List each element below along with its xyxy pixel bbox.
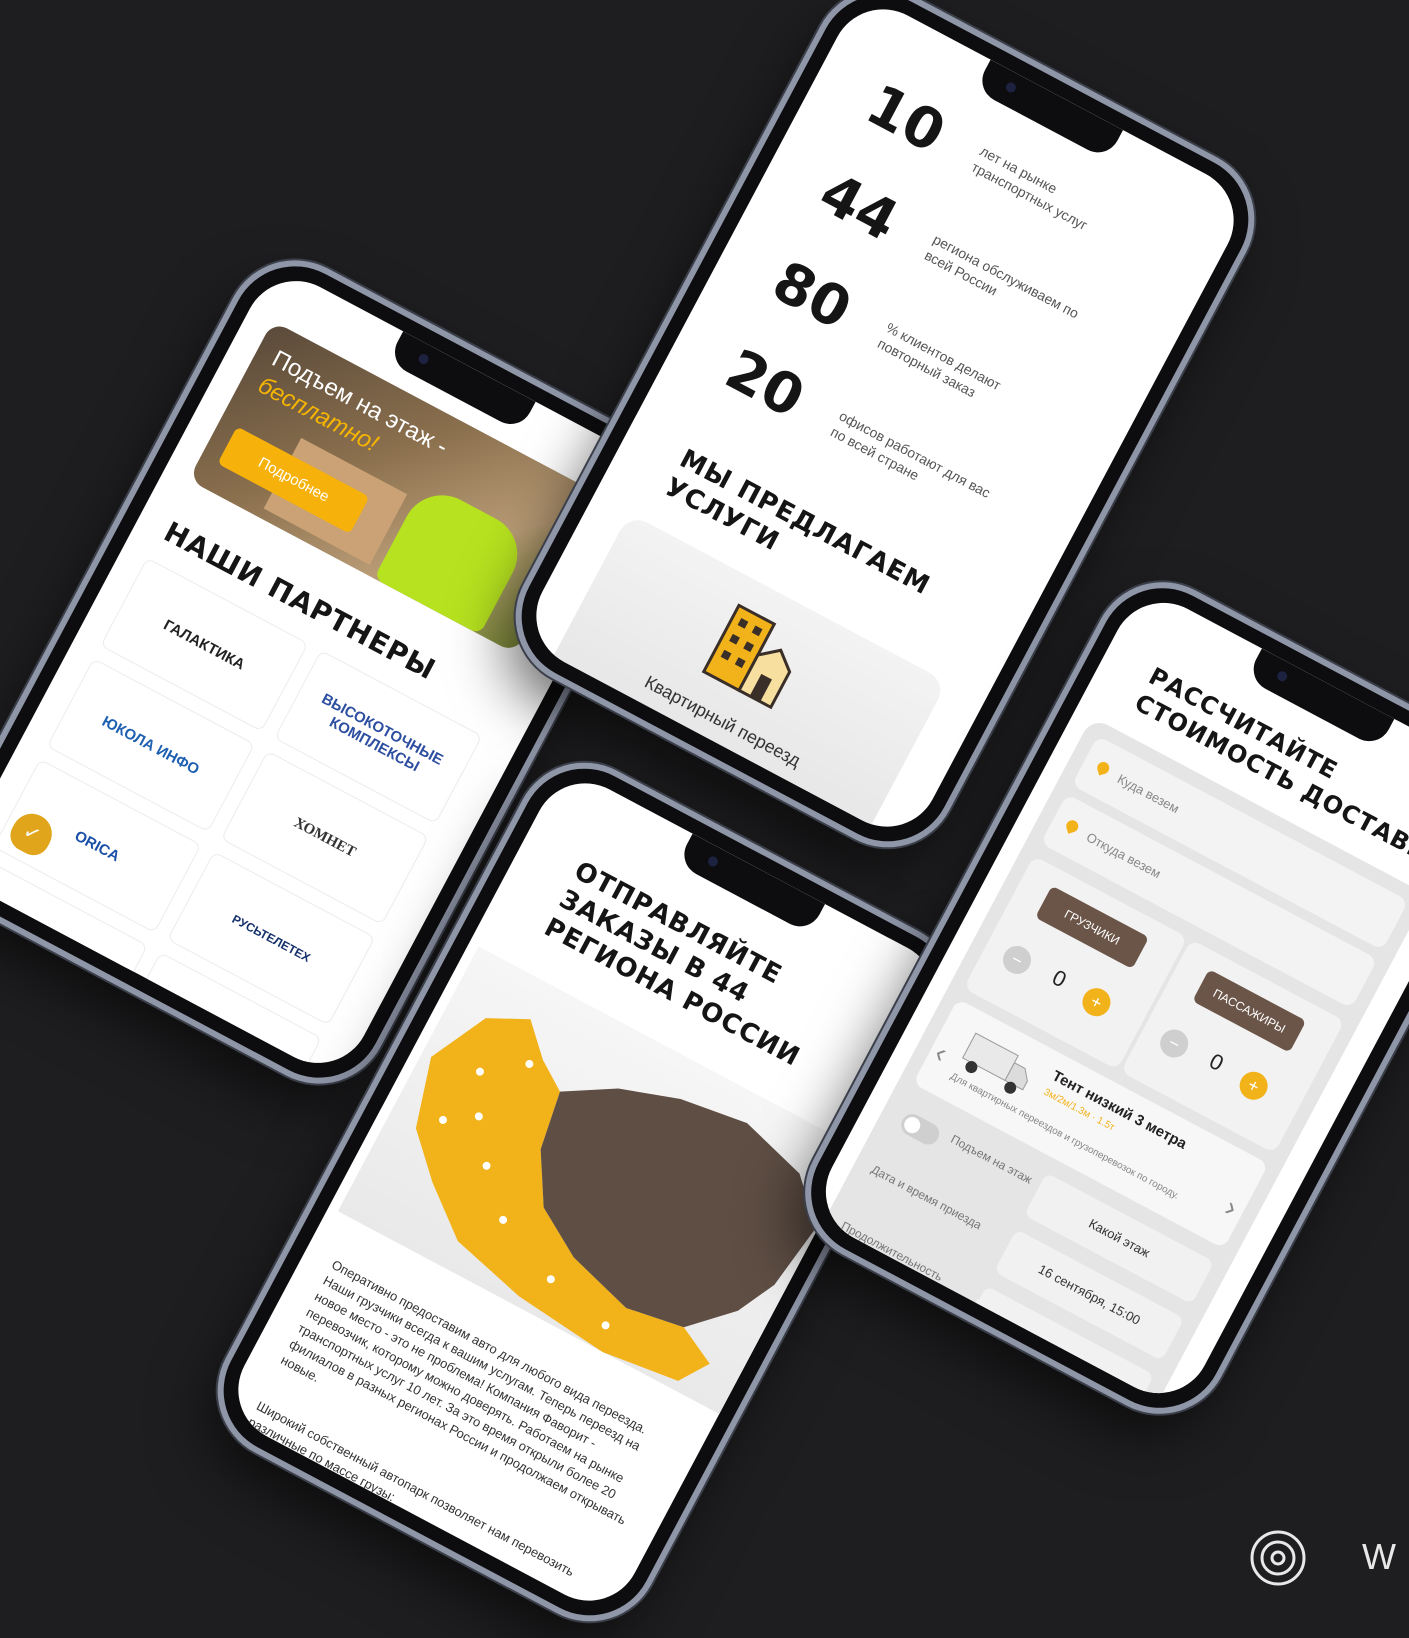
brand-text: W — [1362, 1536, 1396, 1577]
passengers-label: ПАССАЖИРЫ — [1192, 969, 1307, 1053]
loaders-label: ГРУЗЧИКИ — [1035, 885, 1150, 970]
stat-label: региона обслуживаем по всей России — [922, 230, 1082, 322]
location-pin-icon — [1064, 818, 1080, 834]
stat-label: офисов работают для вас по всей стране — [828, 407, 994, 501]
stat-label: лет на рынке транспортных услуг — [969, 142, 1091, 233]
passengers-minus-button[interactable]: − — [1155, 1024, 1194, 1063]
partners-grid: ГАЛАКТИКА ВЫСОКОТОЧНЫЕ КОМПЛЕКСЫ ЮКОЛА И… — [0, 557, 483, 1082]
origin-placeholder: Откуда везем — [1083, 829, 1164, 882]
location-pin-icon — [1095, 760, 1111, 776]
passengers-plus-button[interactable]: + — [1234, 1066, 1273, 1105]
chevron-right-icon[interactable]: › — [1220, 1191, 1243, 1224]
loaders-plus-button[interactable]: + — [1077, 983, 1116, 1022]
destination-placeholder: Куда везем — [1114, 771, 1182, 817]
chevron-left-icon[interactable]: ‹ — [929, 1037, 953, 1070]
building-icon — [701, 603, 792, 710]
brand-logo-icon — [1250, 1530, 1306, 1586]
lift-toggle[interactable] — [897, 1110, 943, 1149]
stat-label: % клиентов делают повторный заказ — [875, 318, 1004, 400]
loaders-minus-button[interactable]: − — [998, 941, 1036, 979]
passengers-value: 0 — [1205, 1048, 1228, 1076]
loaders-value: 0 — [1048, 964, 1071, 993]
